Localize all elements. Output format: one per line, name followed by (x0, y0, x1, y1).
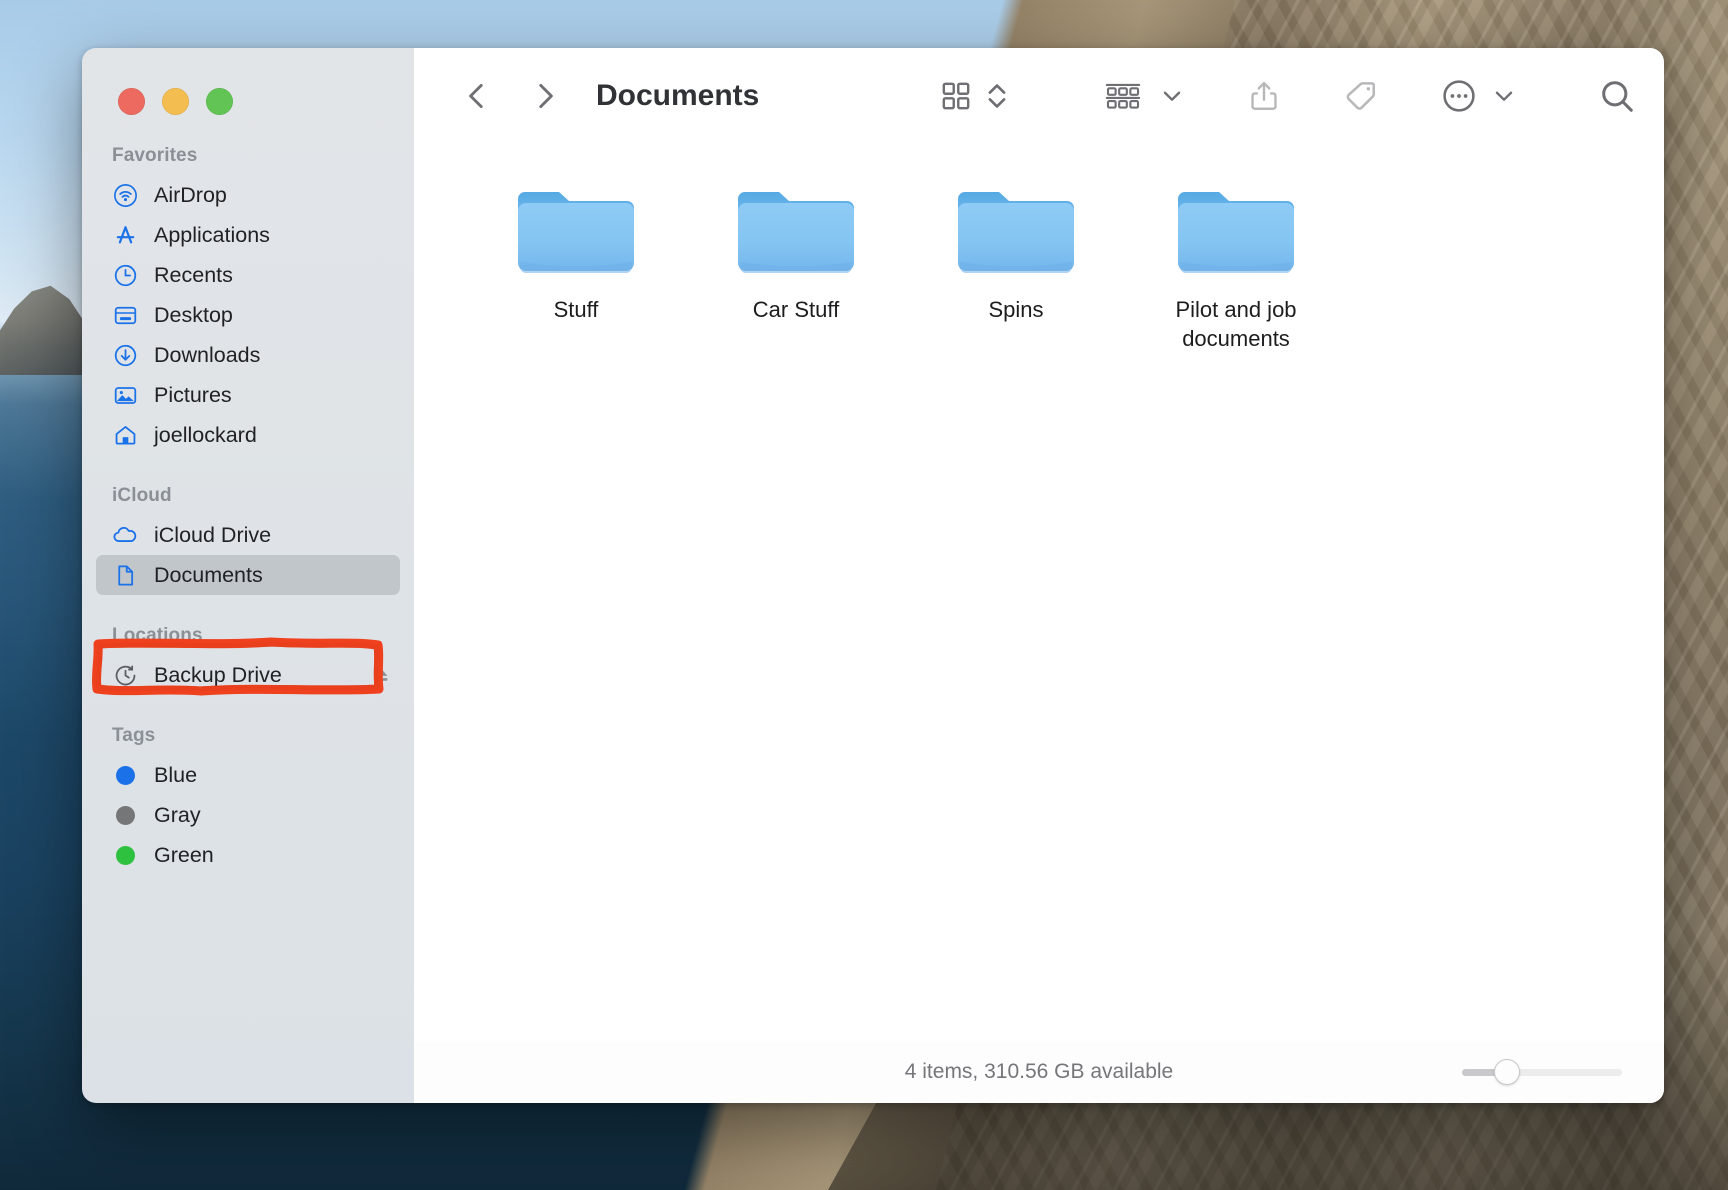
search-icon[interactable] (1598, 77, 1636, 115)
file-item[interactable]: Spins (906, 179, 1126, 353)
file-name-label: Car Stuff (752, 297, 840, 322)
icon-size-slider[interactable] (1462, 1059, 1622, 1085)
file-item[interactable]: Stuff (466, 179, 686, 353)
sidebar-item-label: joellockard (154, 422, 257, 447)
sidebar-item-label: Desktop (154, 302, 233, 327)
sidebar-item-label: AirDrop (154, 182, 227, 207)
maximize-button[interactable] (206, 88, 233, 115)
sidebar-item-tag-gray[interactable]: Gray (96, 795, 400, 835)
status-text: 4 items, 310.56 GB available (904, 1060, 1174, 1083)
desktop-wallpaper: Favorites AirDrop Applications Recents D… (0, 0, 1728, 1190)
back-button[interactable] (454, 73, 500, 119)
sidebar-item-label: Green (154, 842, 214, 867)
sidebar-item-label: iCloud Drive (154, 522, 272, 547)
window-controls (82, 48, 414, 115)
chevron-down-icon[interactable] (1159, 83, 1185, 109)
slider-knob[interactable] (1494, 1059, 1520, 1085)
sidebar-item-backup-drive[interactable]: Backup Drive (96, 655, 400, 695)
file-name-label: Pilot and job documents (1175, 297, 1297, 352)
sidebar-item-icloud-drive[interactable]: iCloud Drive (96, 515, 400, 555)
sidebar-item-label: Downloads (154, 342, 261, 367)
finder-window: Favorites AirDrop Applications Recents D… (82, 48, 1664, 1103)
icon-view-grid-icon[interactable] (939, 79, 973, 113)
pictures-icon (112, 382, 138, 408)
sidebar-item-label: Applications (154, 222, 270, 247)
sidebar-item-joellockard[interactable]: joellockard (96, 415, 400, 455)
more-ellipsis-circle-icon[interactable] (1441, 78, 1477, 114)
sidebar-item-pictures[interactable]: Pictures (96, 375, 400, 415)
status-bar: 4 items, 310.56 GB available (414, 1041, 1664, 1103)
airdrop-icon (112, 182, 138, 208)
file-name-label: Spins (988, 297, 1044, 322)
finder-content-pane: Documents Stuff Car Stuff Spins Pilot an… (414, 48, 1664, 1103)
page-title: Documents (596, 78, 760, 112)
close-button[interactable] (118, 88, 145, 115)
share-icon[interactable] (1247, 79, 1281, 113)
sidebar-section-icloud: iCloud (112, 485, 172, 506)
chevron-up-down-icon[interactable] (985, 79, 1009, 113)
time-machine-icon (112, 662, 138, 688)
sidebar-item-tag-green[interactable]: Green (96, 835, 400, 875)
applications-icon (112, 222, 138, 248)
sidebar-section-favorites: Favorites (112, 145, 198, 166)
file-item[interactable]: Car Stuff (686, 179, 906, 353)
tag-dot-icon (112, 842, 138, 868)
home-icon (112, 422, 138, 448)
file-name-label: Stuff (553, 297, 599, 322)
sidebar-item-downloads[interactable]: Downloads (96, 335, 400, 375)
forward-button[interactable] (522, 73, 568, 119)
finder-sidebar: Favorites AirDrop Applications Recents D… (82, 48, 414, 1103)
download-icon (112, 342, 138, 368)
sidebar-item-documents[interactable]: Documents (96, 555, 400, 595)
sidebar-item-recents[interactable]: Recents (96, 255, 400, 295)
sidebar-item-label: Recents (154, 262, 233, 287)
tag-dot-icon (112, 762, 138, 788)
minimize-button[interactable] (162, 88, 189, 115)
sidebar-item-label: Blue (154, 762, 198, 787)
cloud-icon (112, 522, 138, 548)
sidebar-item-desktop[interactable]: Desktop (96, 295, 400, 335)
group-by-icon[interactable] (1103, 79, 1143, 113)
sidebar-item-applications[interactable]: Applications (96, 215, 400, 255)
folder-icon (735, 183, 857, 280)
more-chevron-down-icon[interactable] (1491, 83, 1517, 109)
sidebar-section-tags: Tags (112, 725, 156, 746)
sidebar-item-tag-blue[interactable]: Blue (96, 755, 400, 795)
sidebar-item-airdrop[interactable]: AirDrop (96, 175, 400, 215)
eject-icon[interactable] (370, 664, 392, 686)
sidebar-item-label: Documents (154, 562, 263, 587)
finder-toolbar: Documents (414, 48, 1664, 143)
folder-icon (515, 183, 637, 280)
clock-icon (112, 262, 138, 288)
tag-icon[interactable] (1343, 78, 1379, 114)
tag-dot-icon (112, 802, 138, 828)
sidebar-item-label: Backup Drive (154, 662, 282, 687)
folder-icon (955, 183, 1077, 280)
document-icon (112, 562, 138, 588)
sidebar-section-locations: Locations (112, 625, 203, 646)
sidebar-item-label: Gray (154, 802, 201, 827)
sidebar-item-label: Pictures (154, 382, 232, 407)
file-item[interactable]: Pilot and job documents (1126, 179, 1346, 353)
file-grid: Stuff Car Stuff Spins Pilot and job docu… (414, 143, 1664, 1041)
desktop-icon (112, 302, 138, 328)
folder-icon (1175, 183, 1297, 280)
